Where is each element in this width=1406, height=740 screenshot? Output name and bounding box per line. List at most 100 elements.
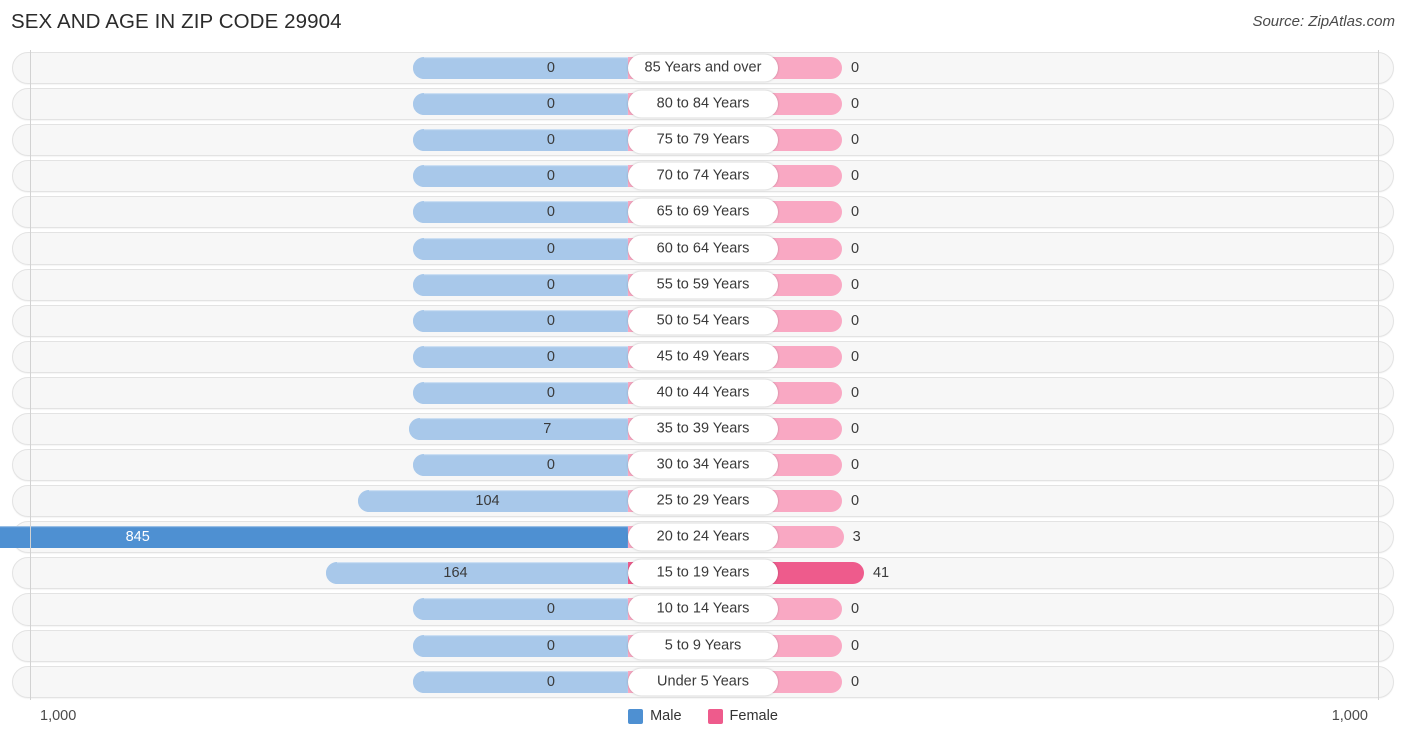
- chart-rows: 85 Years and over 0 0 80 to 84 Years 0 0 75 to…: [0, 50, 1406, 700]
- bar-male[interactable]: [413, 273, 628, 296]
- value-label-female: 3: [852, 529, 861, 546]
- age-group-label: 75 to 79 Years: [628, 126, 778, 154]
- row-content: 55 to 59 Years 0 0: [0, 267, 1406, 303]
- value-label-female: 0: [851, 420, 860, 437]
- bar-male[interactable]: [413, 345, 628, 368]
- bar-male[interactable]: [413, 309, 628, 332]
- value-label-male: 0: [546, 457, 555, 474]
- chart-page: SEX AND AGE IN ZIP CODE 29904 Source: Zi…: [0, 0, 1406, 740]
- chart-row: 35 to 39 Years 7 0: [0, 411, 1406, 447]
- age-group-label: 85 Years and over: [628, 54, 778, 82]
- bar-male[interactable]: [413, 454, 628, 477]
- value-label-female: 0: [851, 601, 860, 618]
- legend-label: Female: [729, 708, 778, 724]
- row-content: Under 5 Years 0 0: [0, 664, 1406, 700]
- age-group-label: 60 to 64 Years: [628, 235, 778, 263]
- value-label-female: 0: [851, 312, 860, 329]
- legend-item-male[interactable]: Male: [628, 708, 682, 724]
- row-content: 80 to 84 Years 0 0: [0, 86, 1406, 122]
- value-label-male: 845: [125, 529, 150, 546]
- row-content: 75 to 79 Years 0 0: [0, 122, 1406, 158]
- legend-item-female[interactable]: Female: [707, 708, 778, 724]
- row-content: 35 to 39 Years 7 0: [0, 411, 1406, 447]
- age-group-label: 40 to 44 Years: [628, 379, 778, 407]
- row-content: 85 Years and over 0 0: [0, 50, 1406, 86]
- row-content: 45 to 49 Years 0 0: [0, 339, 1406, 375]
- bar-male[interactable]: [413, 129, 628, 152]
- chart-header: SEX AND AGE IN ZIP CODE 29904 Source: Zi…: [0, 0, 1406, 46]
- chart-plot-area: 85 Years and over 0 0 80 to 84 Years 0 0 75 to…: [0, 50, 1406, 700]
- age-group-label: 35 to 39 Years: [628, 415, 778, 443]
- value-label-male: 0: [546, 673, 555, 690]
- row-content: 15 to 19 Years 164 41: [0, 555, 1406, 591]
- value-label-female: 0: [851, 457, 860, 474]
- bar-male[interactable]: [413, 165, 628, 188]
- bar-male[interactable]: [413, 57, 628, 80]
- age-group-label: 45 to 49 Years: [628, 343, 778, 371]
- bar-male[interactable]: [413, 670, 628, 693]
- chart-row: 80 to 84 Years 0 0: [0, 86, 1406, 122]
- value-label-female: 0: [851, 348, 860, 365]
- value-label-male: 7: [543, 420, 552, 437]
- bar-male[interactable]: [413, 634, 628, 657]
- chart-row: 75 to 79 Years 0 0: [0, 122, 1406, 158]
- value-label-male: 0: [546, 384, 555, 401]
- chart-row: 20 to 24 Years 845 3: [0, 519, 1406, 555]
- bar-male[interactable]: [409, 417, 628, 440]
- page-title: SEX AND AGE IN ZIP CODE 29904: [11, 10, 342, 33]
- age-group-label: Under 5 Years: [628, 668, 778, 696]
- male-swatch: [628, 708, 644, 724]
- chart-footer: 1,000 1,000 Male Female: [0, 700, 1406, 740]
- value-label-female: 0: [851, 240, 860, 257]
- source-attribution: Source: ZipAtlas.com: [1252, 13, 1395, 30]
- value-label-male: 0: [546, 60, 555, 77]
- axis-line-left: [30, 50, 31, 700]
- value-label-male: 0: [546, 240, 555, 257]
- chart-row: 55 to 59 Years 0 0: [0, 267, 1406, 303]
- value-label-male: 0: [546, 637, 555, 654]
- value-label-female: 0: [851, 96, 860, 113]
- age-group-label: 50 to 54 Years: [628, 307, 778, 335]
- value-label-female: 0: [851, 168, 860, 185]
- chart-row: 5 to 9 Years 0 0: [0, 628, 1406, 664]
- row-content: 65 to 69 Years 0 0: [0, 194, 1406, 230]
- value-label-male: 164: [443, 565, 468, 582]
- row-content: 10 to 14 Years 0 0: [0, 591, 1406, 627]
- value-label-female: 0: [851, 493, 860, 510]
- bar-male[interactable]: [325, 562, 628, 585]
- chart-row: 60 to 64 Years 0 0: [0, 230, 1406, 266]
- bar-male[interactable]: [413, 93, 628, 116]
- row-content: 70 to 74 Years 0 0: [0, 158, 1406, 194]
- value-label-male: 0: [546, 96, 555, 113]
- chart-row: 10 to 14 Years 0 0: [0, 591, 1406, 627]
- value-label-female: 0: [851, 637, 860, 654]
- row-content: 20 to 24 Years 845 3: [0, 519, 1406, 555]
- row-content: 30 to 34 Years 0 0: [0, 447, 1406, 483]
- female-swatch: [707, 708, 723, 724]
- chart-legend: Male Female: [0, 708, 1406, 724]
- chart-row: 25 to 29 Years 104 0: [0, 483, 1406, 519]
- chart-row: 30 to 34 Years 0 0: [0, 447, 1406, 483]
- value-label-male: 0: [546, 601, 555, 618]
- axis-line-right: [1378, 50, 1379, 700]
- row-content: 5 to 9 Years 0 0: [0, 628, 1406, 664]
- row-content: 40 to 44 Years 0 0: [0, 375, 1406, 411]
- bar-male[interactable]: [413, 381, 628, 404]
- value-label-male: 0: [546, 168, 555, 185]
- bar-male[interactable]: [413, 237, 628, 260]
- age-group-label: 65 to 69 Years: [628, 198, 778, 226]
- bar-male[interactable]: [0, 526, 628, 549]
- value-label-female: 0: [851, 60, 860, 77]
- value-label-female: 0: [851, 384, 860, 401]
- value-label-male: 0: [546, 204, 555, 221]
- chart-row: 40 to 44 Years 0 0: [0, 375, 1406, 411]
- bar-male[interactable]: [413, 201, 628, 224]
- legend-label: Male: [650, 708, 682, 724]
- age-group-label: 55 to 59 Years: [628, 271, 778, 299]
- value-label-female: 41: [872, 565, 890, 582]
- age-group-label: 5 to 9 Years: [628, 632, 778, 660]
- bar-male[interactable]: [413, 598, 628, 621]
- row-content: 60 to 64 Years 0 0: [0, 230, 1406, 266]
- age-group-label: 15 to 19 Years: [628, 559, 778, 587]
- chart-row: 45 to 49 Years 0 0: [0, 339, 1406, 375]
